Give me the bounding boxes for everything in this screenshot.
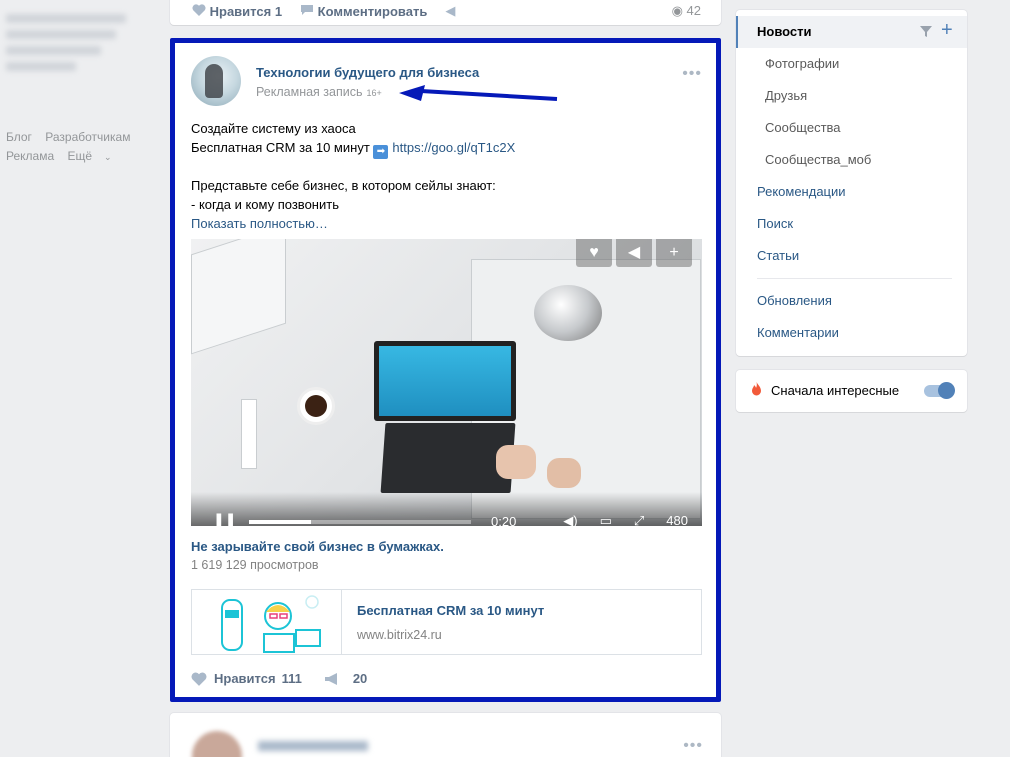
comment-icon — [301, 4, 314, 15]
expand-icon[interactable]: ⤢ — [634, 513, 644, 526]
blurred-sidebar-text — [6, 14, 136, 94]
views-counter: ◉ 42 — [671, 3, 701, 18]
post-actions: Нравится 111 20 — [191, 671, 389, 686]
post-text: Создайте систему из хаоса Бесплатная CRM… — [191, 119, 711, 233]
video-time: 0:20 — [491, 514, 517, 526]
smart-feed-label: Сначала интересные — [771, 383, 900, 398]
chevron-down-icon: ⌄ — [104, 152, 112, 162]
post-subtitle: Рекламная запись 16+ — [256, 85, 382, 99]
like-label: Нравится — [214, 671, 276, 686]
menu-item-articles[interactable]: Статьи — [757, 240, 799, 272]
link-more[interactable]: Ещё ⌄ — [67, 149, 121, 163]
volume-icon[interactable]: ◀) — [563, 513, 577, 526]
blurred-author-name — [258, 741, 368, 751]
menu-item-communities-mob[interactable]: Сообщества_моб — [765, 144, 871, 176]
post-menu-icon[interactable]: ••• — [683, 737, 703, 755]
video-views: 1 619 129 просмотров — [191, 558, 319, 572]
link-developers[interactable]: Разработчикам — [45, 130, 130, 144]
author-avatar[interactable] — [192, 731, 242, 757]
menu-item-comments[interactable]: Комментарии — [757, 317, 839, 349]
show-more-link[interactable]: Показать полностью… — [191, 214, 711, 233]
menu-divider — [757, 278, 952, 279]
pause-icon[interactable]: ❚❚ — [213, 511, 236, 526]
video-progress[interactable] — [249, 520, 471, 524]
switch-knob — [938, 382, 955, 399]
fullscreen-icon[interactable]: ▭ — [600, 513, 612, 526]
post-menu-icon[interactable]: ••• — [682, 65, 702, 83]
arrow-right-icon: ➡ — [373, 145, 389, 159]
filter-icon[interactable] — [919, 24, 933, 38]
video-like-icon[interactable]: ♥ — [576, 239, 612, 267]
ad-title[interactable]: Бесплатная CRM за 10 минут — [357, 603, 544, 618]
video-add-icon[interactable]: + — [656, 239, 692, 267]
age-badge: 16+ — [366, 88, 382, 98]
plus-icon[interactable]: + — [941, 20, 953, 40]
heart-icon — [191, 672, 207, 686]
link-blog[interactable]: Блог — [6, 130, 32, 144]
author-avatar[interactable] — [191, 56, 241, 106]
share-button[interactable]: 20 — [324, 671, 367, 686]
like-button[interactable]: Нравится 1 — [192, 4, 282, 19]
comment-button[interactable]: Комментировать — [300, 4, 427, 19]
annotation-arrow-icon — [399, 85, 558, 101]
post-text-line: Создайте систему из хаоса — [191, 121, 356, 136]
link-ads[interactable]: Реклама — [6, 149, 54, 163]
post-text-line: - когда и кому позвонить — [191, 197, 339, 212]
like-button[interactable]: Нравится 111 — [191, 671, 302, 686]
menu-item-search[interactable]: Поиск — [757, 208, 793, 240]
heart-icon — [192, 3, 206, 16]
menu-item-updates[interactable]: Обновления — [757, 285, 832, 317]
news-menu: Новости + Фотографии Друзья Сообщества С… — [736, 10, 967, 356]
post-text-line: Бесплатная CRM за 10 минут ➡ https://goo.… — [191, 140, 516, 159]
menu-item-communities[interactable]: Сообщества — [765, 112, 841, 144]
video-controls: ❚❚ 0:20 ◀) ▭ ⤢ 480 — [191, 492, 702, 526]
menu-item-recommendations[interactable]: Рекомендации — [757, 176, 846, 208]
ad-link-card[interactable]: Бесплатная CRM за 10 минут www.bitrix24.… — [191, 589, 702, 655]
ad-illustration — [192, 590, 342, 654]
next-post: ••• — [170, 713, 721, 757]
smart-feed-switch[interactable] — [924, 382, 955, 399]
eye-icon: ◉ — [671, 3, 683, 18]
author-name[interactable]: Технологии будущего для бизнеса — [256, 65, 479, 80]
quality-label[interactable]: 480 — [666, 513, 688, 526]
smart-feed-toggle-card: Сначала интересные — [736, 370, 967, 412]
previous-post: Нравится 1 Комментировать ◀ ◉ 42 — [170, 0, 721, 25]
share-count: 20 — [352, 671, 368, 686]
coffee-cup — [297, 387, 335, 425]
post-text-line: Представьте себе бизнес, в котором сейлы… — [191, 178, 496, 193]
post-link[interactable]: https://goo.gl/qT1c2X — [392, 140, 515, 155]
menu-item-photos[interactable]: Фотографии — [765, 48, 839, 80]
share-icon[interactable]: ◀ — [445, 3, 455, 19]
video-title[interactable]: Не зарывайте свой бизнес в бумажках. — [191, 539, 444, 554]
video-share-icon[interactable]: ◀ — [616, 239, 652, 267]
post-actions: Нравится 1 Комментировать ◀ — [192, 3, 455, 19]
ad-url: www.bitrix24.ru — [357, 628, 442, 642]
fire-icon — [752, 382, 761, 396]
laptop — [374, 341, 516, 421]
like-count: 111 — [281, 671, 302, 686]
menu-item-friends[interactable]: Друзья — [765, 80, 807, 112]
megaphone-icon — [324, 672, 337, 685]
ad-post: Технологии будущего для бизнеса Рекламна… — [170, 38, 721, 702]
menu-item-news[interactable]: Новости — [757, 16, 812, 48]
video-player[interactable]: ♥ ◀ + ❚❚ 0:20 ◀) ▭ ⤢ 480 — [191, 239, 702, 526]
footer-links: Блог Разработчикам Реклама Ещё ⌄ — [6, 128, 140, 167]
